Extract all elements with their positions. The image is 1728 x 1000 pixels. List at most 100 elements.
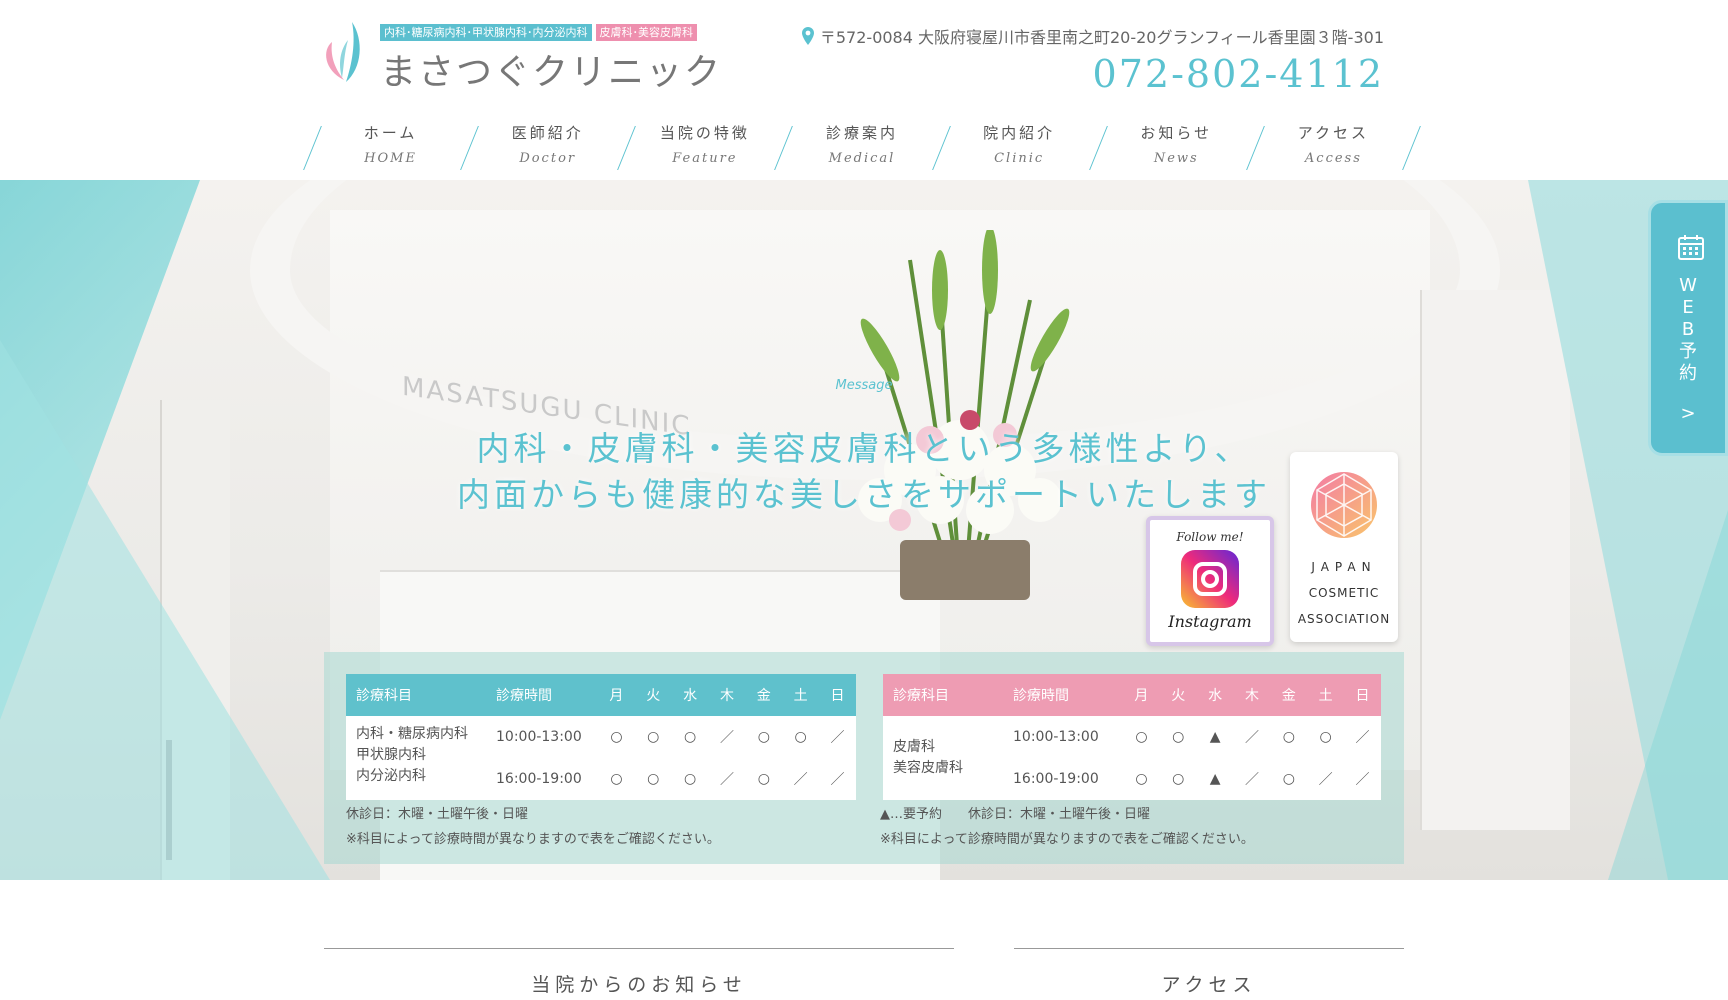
department-line: 甲状腺内科 — [356, 747, 426, 763]
japan-cosmetic-association-badge[interactable]: JAPAN COSMETIC ASSOCIATION — [1290, 452, 1398, 642]
instagram-badge[interactable]: Follow me! Instagram — [1146, 516, 1274, 646]
time-cell: 16:00-19:00 — [1013, 771, 1099, 787]
availability-cell: ／ — [719, 730, 734, 746]
access-section-title: アクセス — [1161, 974, 1257, 996]
table-row: 内科・糖尿病内科 甲状腺内科 内分泌内科 10:00-13:00 ○ ○ ○ ／… — [346, 716, 856, 784]
day-header: 金 — [1270, 674, 1308, 716]
day-header: 日 — [1344, 674, 1381, 716]
department-line: 内分泌内科 — [356, 768, 426, 784]
nav-label-jp: 診療案内 — [825, 124, 898, 142]
closed-days-note: 休診日：木曜・土曜午後・日曜 — [346, 807, 529, 822]
day-header: 火 — [1159, 674, 1197, 716]
nav-item-medical[interactable]: 診療案内 Medical — [783, 118, 940, 174]
availability-cell: ○ — [610, 771, 623, 787]
day-header: 水 — [1196, 674, 1234, 716]
availability-cell: ○ — [794, 729, 807, 745]
nav-item-access[interactable]: アクセス Access — [1255, 118, 1412, 174]
col-dept-header: 診療科目 — [346, 674, 486, 716]
availability-cell: ○ — [1172, 771, 1185, 787]
access-section-divider — [1014, 948, 1404, 949]
table-row: 皮膚科 美容皮膚科 10:00-13:00 ○ ○ ▲ ／ ○ ○ ／ — [883, 716, 1381, 776]
nav-label-en: Medical — [828, 151, 896, 166]
availability-cell: ▲ — [1209, 771, 1221, 787]
availability-cell: ／ — [830, 772, 845, 788]
schedule-header-row: 診療科目 診療時間 月 火 水 木 金 土 日 — [346, 674, 856, 716]
main-nav: ホーム HOME 医師紹介 Doctor 当院の特徴 Feature 診療案内 … — [312, 118, 1412, 174]
availability-cell: ○ — [684, 771, 697, 787]
logo-leaf-icon — [326, 22, 360, 82]
day-header: 日 — [819, 674, 856, 716]
availability-cell: ／ — [719, 772, 734, 788]
clinic-address: 〒572-0084 大阪府寝屋川市香里南之町20-20グランフィール香里園３階-… — [801, 24, 1384, 48]
clinic-name: まさつぐクリニック — [380, 52, 723, 93]
jca-emblem-icon — [1311, 472, 1377, 538]
news-section-divider — [324, 948, 954, 949]
instagram-name: Instagram — [1168, 612, 1252, 631]
schedule-caution-note: ※科目によって診療時間が異なりますので表をご確認ください。 — [346, 832, 720, 847]
availability-cell: ／ — [1244, 730, 1259, 746]
availability-cell: ／ — [1318, 772, 1333, 788]
department-line: 皮膚科 — [893, 739, 935, 755]
nav-item-home[interactable]: ホーム HOME — [312, 118, 469, 174]
news-section-title: 当院からのお知らせ — [531, 974, 747, 996]
availability-cell: ○ — [1135, 729, 1148, 745]
web-reservation-char: 約 — [1679, 363, 1697, 384]
schedule-note-dermatology: ▲…要予約 休診日：木曜・土曜午後・日曜 ※科目によって診療時間が異なりますので… — [880, 802, 1254, 852]
nav-label-jp: お知らせ — [1140, 124, 1213, 142]
availability-cell: ○ — [610, 729, 623, 745]
availability-cell: ○ — [1282, 771, 1295, 787]
col-time-header: 診療時間 — [1003, 674, 1123, 716]
hero-message: 内科・皮膚科・美容皮膚科という多様性より、 内面からも健康的な美しさをサポートい… — [0, 426, 1728, 518]
web-reservation-button[interactable]: W E B 予 約 > — [1648, 200, 1728, 456]
location-pin-icon — [801, 27, 814, 45]
address-text: 〒572-0084 大阪府寝屋川市香里南之町20-20グランフィール香里園３階-… — [819, 28, 1384, 47]
clinic-logo[interactable]: 内科･糖尿病内科･甲状腺内科･内分泌内科 皮膚科･美容皮膚科 まさつぐクリニック — [322, 20, 722, 95]
phone-number[interactable]: 072-802-4112 — [1093, 52, 1384, 96]
department-line: 内科・糖尿病内科 — [356, 726, 468, 742]
jca-text-line-1: JAPAN — [1311, 560, 1377, 574]
instagram-follow-text: Follow me! — [1176, 530, 1244, 544]
tag-internal-medicine: 内科･糖尿病内科･甲状腺内科･内分泌内科 — [380, 24, 592, 41]
nav-label-en: News — [1153, 151, 1199, 166]
availability-cell: ／ — [830, 730, 845, 746]
availability-cell: ○ — [1172, 729, 1185, 745]
availability-cell: ／ — [1244, 772, 1259, 788]
availability-cell: ○ — [1319, 729, 1332, 745]
nav-label-jp: 院内紹介 — [983, 124, 1056, 142]
availability-cell: ○ — [647, 771, 660, 787]
nav-label-jp: ホーム — [363, 124, 418, 142]
hero-message-line-1: 内科・皮膚科・美容皮膚科という多様性より、 — [476, 429, 1252, 468]
col-dept-header: 診療科目 — [883, 674, 1003, 716]
web-reservation-char: 予 — [1679, 341, 1697, 362]
availability-cell: ○ — [757, 771, 770, 787]
web-reservation-label: W E B 予 約 — [1651, 275, 1725, 385]
nav-label-en: Access — [1304, 151, 1362, 166]
col-time-header: 診療時間 — [486, 674, 598, 716]
time-cell: 16:00-19:00 — [496, 771, 582, 787]
department-cell: 皮膚科 美容皮膚科 — [883, 716, 1003, 800]
nav-item-feature[interactable]: 当院の特徴 Feature — [626, 118, 783, 174]
day-header: 火 — [634, 674, 672, 716]
day-header: 土 — [782, 674, 820, 716]
closed-days-note: ▲…要予約 休診日：木曜・土曜午後・日曜 — [880, 807, 1150, 822]
nav-item-news[interactable]: お知らせ News — [1098, 118, 1255, 174]
day-header: 月 — [598, 674, 635, 716]
schedule-panel: 診療科目 診療時間 月 火 水 木 金 土 日 内科・糖尿病内科 甲状腺内科 内… — [324, 652, 1404, 864]
schedule-caution-note: ※科目によって診療時間が異なりますので表をご確認ください。 — [880, 832, 1254, 847]
nav-label-en: Doctor — [519, 151, 577, 166]
web-reservation-char: E — [1682, 297, 1694, 318]
nav-item-clinic[interactable]: 院内紹介 Clinic — [941, 118, 1098, 174]
day-header: 土 — [1307, 674, 1345, 716]
nav-label-jp: 医師紹介 — [511, 124, 584, 142]
calendar-icon — [1678, 235, 1704, 260]
nav-label-jp: アクセス — [1297, 124, 1370, 142]
hero-message-line-2: 内面からも健康的な美しさをサポートいたします — [457, 475, 1271, 514]
day-header: 木 — [708, 674, 746, 716]
schedule-header-row: 診療科目 診療時間 月 火 水 木 金 土 日 — [883, 674, 1381, 716]
day-header: 木 — [1233, 674, 1271, 716]
nav-label-en: Clinic — [994, 151, 1045, 166]
hero-background-pillar — [1420, 290, 1570, 830]
availability-cell: ○ — [1135, 771, 1148, 787]
nav-label-en: Feature — [672, 151, 738, 166]
nav-item-doctor[interactable]: 医師紹介 Doctor — [469, 118, 626, 174]
